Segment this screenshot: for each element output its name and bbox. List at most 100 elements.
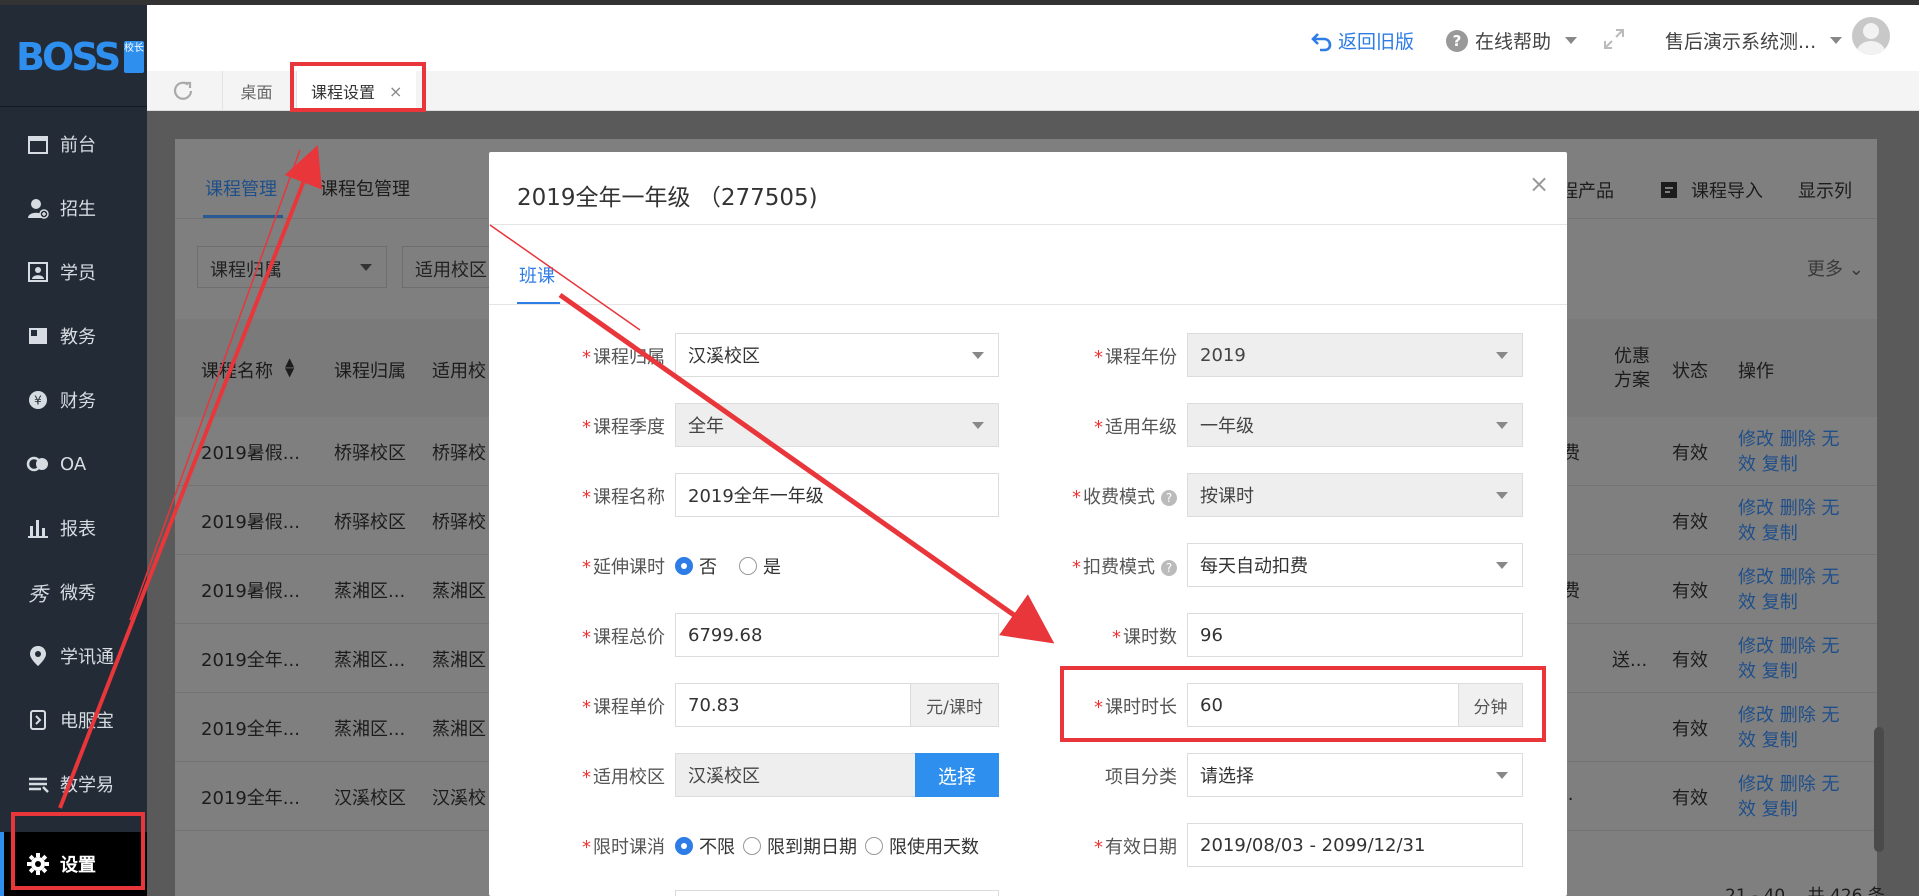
course-import-button[interactable]: 课程导入 [1659,177,1763,203]
row-actions[interactable]: 修改 删除 无效 复制 [1738,634,1848,684]
extend-no-radio[interactable] [675,557,693,575]
campus-value: 汉溪校区 [688,766,760,787]
chevron-down-icon [1496,422,1508,429]
cell-discount: 送... [1612,650,1648,671]
total-price-input[interactable]: 6799.68 [675,613,999,657]
cell-campus: 桥驿校 [432,443,486,464]
extend-radio-group: 否 是 [675,553,781,579]
unit-price-unit: 元/课时 [910,684,998,726]
deduct-mode-select[interactable]: 每天自动扣费 [1187,543,1523,587]
chevron-down-icon [972,352,984,359]
year-select[interactable]: 2019 [1187,333,1523,377]
tab-package-management[interactable]: 课程包管理 [320,175,410,201]
chevron-down-icon [1496,772,1508,779]
row-actions-line1[interactable]: 修改 删除 无 [1738,496,1848,521]
user-menu[interactable]: 售后演示系统测... [1665,27,1843,54]
row-actions-line1[interactable]: 修改 删除 无 [1738,703,1848,728]
valid-date-input[interactable]: 2019/08/03 - 2099/12/31 [1187,823,1523,867]
unit-price-input[interactable]: 70.83 元/课时 [675,683,999,727]
highlight-duration-field [1060,666,1546,742]
sidebar-item-finance[interactable]: ¥ 财务 [0,368,147,432]
row-actions-line2[interactable]: 效 复制 [1738,590,1848,615]
row-actions-line2[interactable]: 效 复制 [1738,521,1848,546]
sidebar-item-academic[interactable]: 教务 [0,304,147,368]
oa-icon [26,452,50,476]
row-actions-line2[interactable]: 效 复制 [1738,659,1848,684]
help-icon: ? [1446,29,1468,52]
row-actions-line2[interactable]: 效 复制 [1738,452,1848,477]
row-actions[interactable]: 修改 删除 无效 复制 [1738,703,1848,753]
row-actions[interactable]: 修改 删除 无效 复制 [1738,427,1848,477]
sidebar-item-frontdesk[interactable]: 前台 [0,112,147,176]
sidebar-item-reports[interactable]: 报表 [0,496,147,560]
row-actions-line1[interactable]: 修改 删除 无 [1738,565,1848,590]
toolbar-product[interactable]: 程产品 [1560,177,1614,203]
grade-select[interactable]: 一年级 [1187,403,1523,447]
owner-select[interactable]: 汉溪校区 [675,333,999,377]
charge-mode-select[interactable]: 按课时 [1187,473,1523,517]
sidebar-item-enroll[interactable]: 招生 [0,176,147,240]
col-name[interactable]: 课程名称 [201,357,273,383]
limit-days-radio[interactable] [865,837,883,855]
cell-name: 2019暑假... [201,581,300,602]
show-columns-button[interactable]: 显示列 [1798,177,1852,203]
row-actions-line2[interactable]: 效 复制 [1738,797,1848,822]
unit-price-label: * 课程单价 [582,697,665,718]
help-icon[interactable]: ? [1161,560,1177,576]
location-icon [26,644,50,668]
sort-icon-down[interactable]: ▼ [285,365,294,379]
sidebar-item-weixiu[interactable]: 秀 微秀 [0,560,147,624]
boss-logo[interactable]: BOSS 校长 [16,37,144,77]
course-name-value: 2019全年一年级 [688,486,824,507]
course-name-input[interactable]: 2019全年一年级 [675,473,999,517]
limit-none-label: 不限 [699,837,735,858]
back-old-label: 返回旧版 [1338,31,1415,53]
grade-value: 一年级 [1200,416,1254,437]
row-actions[interactable]: 修改 删除 无效 复制 [1738,496,1848,546]
lessons-value: 96 [1200,624,1223,646]
season-value: 全年 [688,416,724,437]
tab-course-management[interactable]: 课程管理 [205,175,277,201]
row-actions[interactable]: 修改 删除 无效 复制 [1738,565,1848,615]
limit-none-radio[interactable] [675,837,693,855]
scrollbar[interactable] [1874,727,1884,852]
select-campus-button[interactable]: 选择 [915,753,999,797]
sidebar-item-jiaoxueyi[interactable]: 教学易 [0,752,147,816]
refresh-icon[interactable] [171,79,195,103]
course-edit-modal: 2019全年一年级 （277505) × 班课 * 课程归属 汉溪校区 * 课程年份… [489,152,1567,896]
valid-date-value: 2019/08/03 - 2099/12/31 [1200,834,1426,856]
teach-icon [26,772,50,796]
row-actions-line2[interactable]: 效 复制 [1738,728,1848,753]
online-help-menu[interactable]: ? 在线帮助 [1445,27,1578,54]
sidebar-item-oa[interactable]: OA [0,432,147,496]
tab-class-course[interactable]: 班课 [519,262,555,288]
course-name-label: * 课程名称 [582,487,665,508]
lessons-input[interactable]: 96 [1187,613,1523,657]
row-actions-line1[interactable]: 修改 删除 无 [1738,427,1848,452]
sidebar-item-students[interactable]: 学员 [0,240,147,304]
limit-date-radio[interactable] [743,837,761,855]
phone-box-icon [26,708,50,732]
campus-label: * 适用校区 [582,767,665,788]
tab-desktop[interactable]: 桌面 [222,71,290,111]
row-actions-line1[interactable]: 修改 删除 无 [1738,772,1848,797]
help-icon[interactable]: ? [1161,490,1177,506]
avatar[interactable] [1852,17,1890,55]
season-select[interactable]: 全年 [675,403,999,447]
row-actions-line1[interactable]: 修改 删除 无 [1738,634,1848,659]
cell-name: 2019全年... [201,788,300,809]
sidebar-item-dianfubao[interactable]: 电服宝 [0,688,147,752]
chevron-down-icon [1565,37,1578,44]
owner-filter[interactable]: 课程归属 [197,246,387,288]
more-filters-toggle[interactable]: 更多 ⌄ [1807,255,1864,281]
sidebar-item-label: 前台 [60,135,96,156]
close-icon[interactable]: × [1529,170,1549,198]
row-actions[interactable]: 修改 删除 无效 复制 [1738,772,1848,822]
fullscreen-button[interactable] [1602,27,1626,51]
cell-campus: 蒸湘区 [432,581,486,602]
sidebar-item-xuexuntong[interactable]: 学讯通 [0,624,147,688]
category-placeholder: 请选择 [1200,766,1254,787]
back-old-version-link[interactable]: 返回旧版 [1310,27,1414,54]
extend-yes-radio[interactable] [739,557,757,575]
category-select[interactable]: 请选择 [1187,753,1523,797]
